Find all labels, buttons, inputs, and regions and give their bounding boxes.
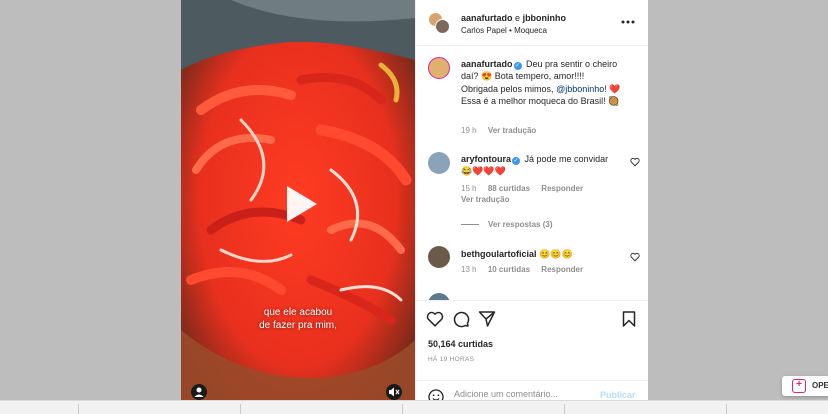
avatar[interactable]: [428, 152, 450, 174]
comment-meta: 15 h 88 curtidas Responder: [461, 184, 592, 193]
play-icon[interactable]: [275, 180, 323, 228]
comment-username[interactable]: aryfontoura: [461, 154, 511, 164]
subtitle-separator: •: [509, 26, 512, 35]
translate-link[interactable]: Ver tradução: [488, 126, 536, 135]
author-link[interactable]: jbboninho: [523, 13, 566, 23]
author-conjunction: e: [515, 13, 521, 23]
view-replies-label: Ver respostas (3): [488, 220, 553, 229]
comments-list: aanafurtado ✓ Deu pra sentir o cheiro daí…: [416, 47, 648, 300]
location-link[interactable]: Carlos Papel: [461, 26, 507, 35]
caption-line: que ele acabou: [263, 307, 333, 318]
post-header: aanafurtado e jbboninho Carlos Papel • M…: [416, 0, 648, 46]
side-widget-button[interactable]: + OPE: [782, 376, 828, 396]
post-authors: aanafurtado e jbboninho: [461, 13, 566, 23]
post-modal: que ele acabou de fazer pra mim, aanafur…: [181, 0, 648, 400]
post-actions: 50,164 curtidas HÁ 19 HORAS: [416, 300, 648, 372]
comment-text: aanafurtado ✓ Deu pra sentir o cheiro daí…: [461, 58, 621, 107]
translate-link[interactable]: Ver tradução: [461, 195, 509, 204]
video-caption: que ele acabou de fazer pra mim,: [181, 306, 415, 332]
post-subtitle: Carlos Papel • Moqueca: [461, 26, 547, 35]
comment-username[interactable]: bethgoulartoficial: [461, 249, 537, 259]
strip-divider: [240, 404, 241, 414]
reply-button[interactable]: Responder: [541, 265, 583, 274]
verified-badge-icon: ✓: [512, 157, 521, 165]
add-comment-bar: Publicar: [416, 380, 648, 400]
comment-text: bethgoulartoficial 😊😊😊: [461, 248, 621, 260]
view-replies-button[interactable]: Ver respostas (3): [461, 220, 552, 229]
avatar[interactable]: [428, 12, 450, 34]
like-count[interactable]: 50,164 curtidas: [428, 339, 493, 349]
avatar[interactable]: [428, 57, 450, 79]
comment-text: aryfontoura ✓ Já pode me convidar 😂❤️❤️❤️: [461, 153, 621, 178]
verified-badge-icon: ✓: [513, 62, 522, 70]
avatar-secondary: [435, 19, 450, 34]
replies-divider: [461, 224, 479, 226]
mention-link[interactable]: @jbboninho: [556, 84, 604, 94]
like-comment-heart-icon[interactable]: [630, 157, 640, 167]
comment-time[interactable]: 15 h: [461, 184, 477, 193]
comment-meta: 13 h 10 curtidas Responder: [461, 265, 592, 274]
comment-meta: 19 h Ver tradução: [461, 126, 545, 135]
comment-username[interactable]: aanafurtado: [461, 59, 513, 69]
comment-likes[interactable]: 88 curtidas: [488, 184, 530, 193]
mute-icon[interactable]: [385, 384, 403, 400]
avatar[interactable]: [428, 293, 450, 300]
publish-button[interactable]: Publicar: [600, 390, 636, 400]
like-comment-heart-icon[interactable]: [630, 252, 640, 262]
strip-divider: [78, 404, 79, 414]
author-link[interactable]: aanafurtado: [461, 13, 513, 23]
comment-icon[interactable]: [452, 310, 470, 328]
like-heart-icon[interactable]: [426, 310, 444, 328]
comment-time[interactable]: 19 h: [461, 126, 477, 135]
side-widget-label: OPE: [812, 381, 828, 390]
post-timestamp[interactable]: HÁ 19 HORAS: [428, 356, 474, 363]
avatar[interactable]: [428, 246, 450, 268]
caption-line: de fazer pra mim,: [259, 320, 337, 331]
tagged-user-icon[interactable]: [191, 384, 207, 400]
post-sidebar: aanafurtado e jbboninho Carlos Papel • M…: [415, 0, 648, 400]
reply-button[interactable]: Responder: [541, 184, 583, 193]
comment-meta: Ver tradução: [461, 195, 518, 204]
bottom-strip: [0, 400, 828, 414]
save-bookmark-icon[interactable]: [620, 310, 638, 328]
audio-link[interactable]: Moqueca: [514, 26, 547, 35]
comment-input[interactable]: [454, 389, 594, 399]
strip-divider: [402, 404, 403, 414]
video-player[interactable]: que ele acabou de fazer pra mim,: [181, 0, 415, 400]
more-options-icon[interactable]: [620, 14, 636, 30]
strip-divider: [564, 404, 565, 414]
strip-divider: [726, 404, 727, 414]
comment-likes[interactable]: 10 curtidas: [488, 265, 530, 274]
comment-time[interactable]: 13 h: [461, 265, 477, 274]
comment-content: 😊😊😊: [539, 249, 573, 259]
emoji-icon[interactable]: [428, 389, 444, 400]
plus-icon: +: [792, 379, 806, 393]
share-icon[interactable]: [478, 310, 496, 328]
